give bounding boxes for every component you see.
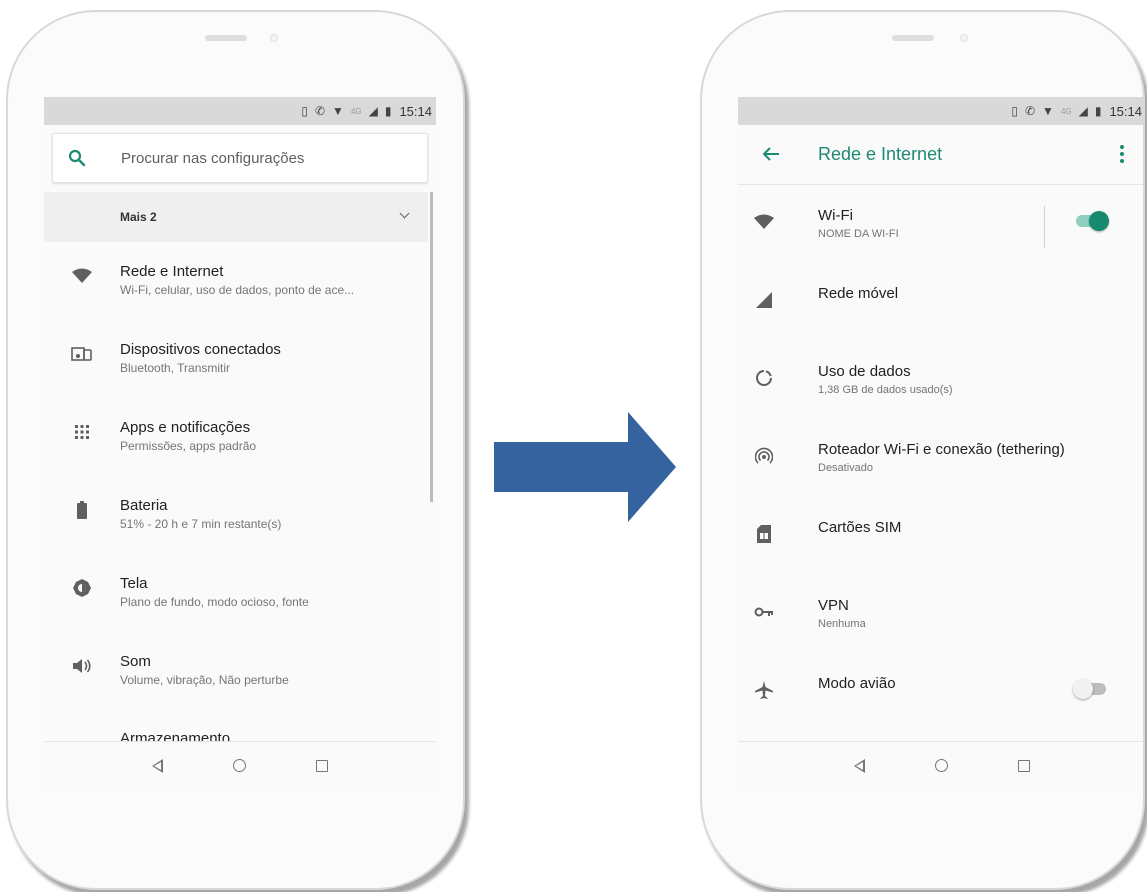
signal-icon xyxy=(752,288,776,312)
item-title: Wi-Fi xyxy=(818,207,853,224)
call-icon: ✆ xyxy=(314,104,326,118)
page-title: Rede e Internet xyxy=(818,144,943,164)
settings-list: Rede e Internet Wi-Fi, celular, uso de d… xyxy=(44,242,428,788)
item-title: Tela xyxy=(120,575,148,592)
speaker-grille xyxy=(205,35,247,41)
list-item-devices[interactable]: Dispositivos conectados Bluetooth, Trans… xyxy=(44,320,428,398)
battery-status-icon: ▮ xyxy=(384,104,392,118)
item-title: Rede móvel xyxy=(818,285,899,302)
search-bar[interactable]: Procurar nas configurações xyxy=(52,133,428,183)
signal-status-icon: ◢ xyxy=(368,104,378,118)
key-icon xyxy=(752,600,776,624)
status-time: 15:14 xyxy=(399,103,432,119)
settings-list: Wi-Fi NOME DA WI-FI Rede móvel Uso de da… xyxy=(738,186,1143,732)
item-summary: Volume, vibração, Não perturbe xyxy=(120,673,289,687)
item-summary: Desativado xyxy=(818,462,874,474)
right-phone-frame: ▯ ✆ ▼ 4G ◢ ▮ 15:14 Rede e Internet Wi-Fi xyxy=(700,10,1145,890)
list-item-mobile-network[interactable]: Rede móvel xyxy=(738,264,1143,342)
divider xyxy=(1044,206,1045,248)
app-bar: Rede e Internet xyxy=(738,125,1143,185)
back-arrow-icon[interactable] xyxy=(762,145,780,168)
item-summary: Wi-Fi, celular, uso de dados, ponto de a… xyxy=(120,283,355,297)
vibrate-icon: ▯ xyxy=(1011,104,1018,118)
airplane-mode-toggle[interactable] xyxy=(1073,679,1106,699)
nav-home-icon[interactable] xyxy=(935,759,948,772)
item-summary: 51% - 20 h e 7 min restante(s) xyxy=(120,517,282,531)
item-summary: Permissões, apps padrão xyxy=(120,439,257,453)
list-item-hotspot[interactable]: Roteador Wi-Fi e conexão (tethering) Des… xyxy=(738,420,1143,498)
wifi-toggle[interactable] xyxy=(1076,211,1109,231)
more-label: Mais 2 xyxy=(120,210,157,224)
battery-icon xyxy=(70,498,94,522)
item-summary: Nenhuma xyxy=(818,618,866,630)
chevron-down-icon xyxy=(399,208,410,219)
item-title: Apps e notificações xyxy=(120,419,251,436)
list-item-airplane-mode[interactable]: Modo avião xyxy=(738,654,1143,732)
status-time: 15:14 xyxy=(1109,103,1142,119)
item-summary: Bluetooth, Transmitir xyxy=(120,361,231,375)
right-screen: ▯ ✆ ▼ 4G ◢ ▮ 15:14 Rede e Internet Wi-Fi xyxy=(738,97,1143,789)
status-bar: ▯ ✆ ▼ 4G ◢ ▮ 15:14 xyxy=(738,97,1143,125)
speaker-grille xyxy=(892,35,934,41)
sim-card-icon xyxy=(752,522,776,546)
data-usage-icon xyxy=(752,366,776,390)
brightness-icon xyxy=(70,576,94,600)
list-item-apps[interactable]: Apps e notificações Permissões, apps pad… xyxy=(44,398,428,476)
navigation-bar xyxy=(44,741,436,789)
signal-status-icon: ◢ xyxy=(1078,104,1088,118)
list-item-display[interactable]: Tela Plano de fundo, modo ocioso, fonte xyxy=(44,554,428,632)
item-title: Cartões SIM xyxy=(818,519,902,536)
item-title: Roteador Wi-Fi e conexão (tethering) xyxy=(818,441,1065,458)
front-camera xyxy=(960,34,968,42)
devices-icon xyxy=(70,342,94,366)
left-screen: ▯ ✆ ▼ 4G ◢ ▮ 15:14 Procurar nas configur… xyxy=(44,97,436,789)
item-title: Uso de dados xyxy=(818,363,911,380)
navigation-bar xyxy=(738,741,1143,789)
airplane-icon xyxy=(752,678,776,702)
front-camera xyxy=(270,34,278,42)
wifi-icon xyxy=(70,264,94,288)
overflow-menu-icon[interactable] xyxy=(1120,145,1124,163)
list-item-data-usage[interactable]: Uso de dados 1,38 GB de dados usado(s) xyxy=(738,342,1143,420)
search-placeholder: Procurar nas configurações xyxy=(121,149,305,167)
more-suggestions-row[interactable]: Mais 2 xyxy=(44,192,428,242)
list-item-vpn[interactable]: VPN Nenhuma xyxy=(738,576,1143,654)
list-item-network[interactable]: Rede e Internet Wi-Fi, celular, uso de d… xyxy=(44,242,428,320)
wifi-status-icon: ▼ xyxy=(332,104,344,118)
item-title: Bateria xyxy=(120,497,168,514)
nav-home-icon[interactable] xyxy=(233,759,246,772)
item-title: Modo avião xyxy=(818,675,896,692)
list-item-wifi[interactable]: Wi-Fi NOME DA WI-FI xyxy=(738,186,1143,264)
list-item-battery[interactable]: Bateria 51% - 20 h e 7 min restante(s) xyxy=(44,476,428,554)
hotspot-icon xyxy=(752,444,776,468)
network-type-label: 4G xyxy=(1060,106,1072,116)
volume-icon xyxy=(70,654,94,678)
nav-back-icon[interactable] xyxy=(152,758,163,773)
search-icon xyxy=(53,149,101,167)
scrollbar[interactable] xyxy=(430,192,433,502)
nav-recents-icon[interactable] xyxy=(316,759,328,772)
item-summary: NOME DA WI-FI xyxy=(818,228,899,240)
apps-grid-icon xyxy=(70,420,94,444)
item-summary: Plano de fundo, modo ocioso, fonte xyxy=(120,595,309,609)
item-title: Rede e Internet xyxy=(120,263,224,280)
wifi-icon xyxy=(752,210,776,234)
list-item-sound[interactable]: Som Volume, vibração, Não perturbe xyxy=(44,632,428,710)
item-summary: 1,38 GB de dados usado(s) xyxy=(818,384,953,396)
right-arrow-icon xyxy=(494,412,676,522)
nav-recents-icon[interactable] xyxy=(1018,759,1030,772)
item-title: VPN xyxy=(818,597,849,614)
wifi-status-icon: ▼ xyxy=(1042,104,1054,118)
network-type-label: 4G xyxy=(350,106,362,116)
battery-status-icon: ▮ xyxy=(1094,104,1102,118)
left-phone-frame: ▯ ✆ ▼ 4G ◢ ▮ 15:14 Procurar nas configur… xyxy=(6,10,465,890)
nav-back-icon[interactable] xyxy=(854,758,865,773)
status-bar: ▯ ✆ ▼ 4G ◢ ▮ 15:14 xyxy=(44,97,436,125)
call-icon: ✆ xyxy=(1024,104,1036,118)
list-item-sim-cards[interactable]: Cartões SIM xyxy=(738,498,1143,576)
item-title: Dispositivos conectados xyxy=(120,341,281,358)
vibrate-icon: ▯ xyxy=(301,104,308,118)
item-title: Som xyxy=(120,653,151,670)
